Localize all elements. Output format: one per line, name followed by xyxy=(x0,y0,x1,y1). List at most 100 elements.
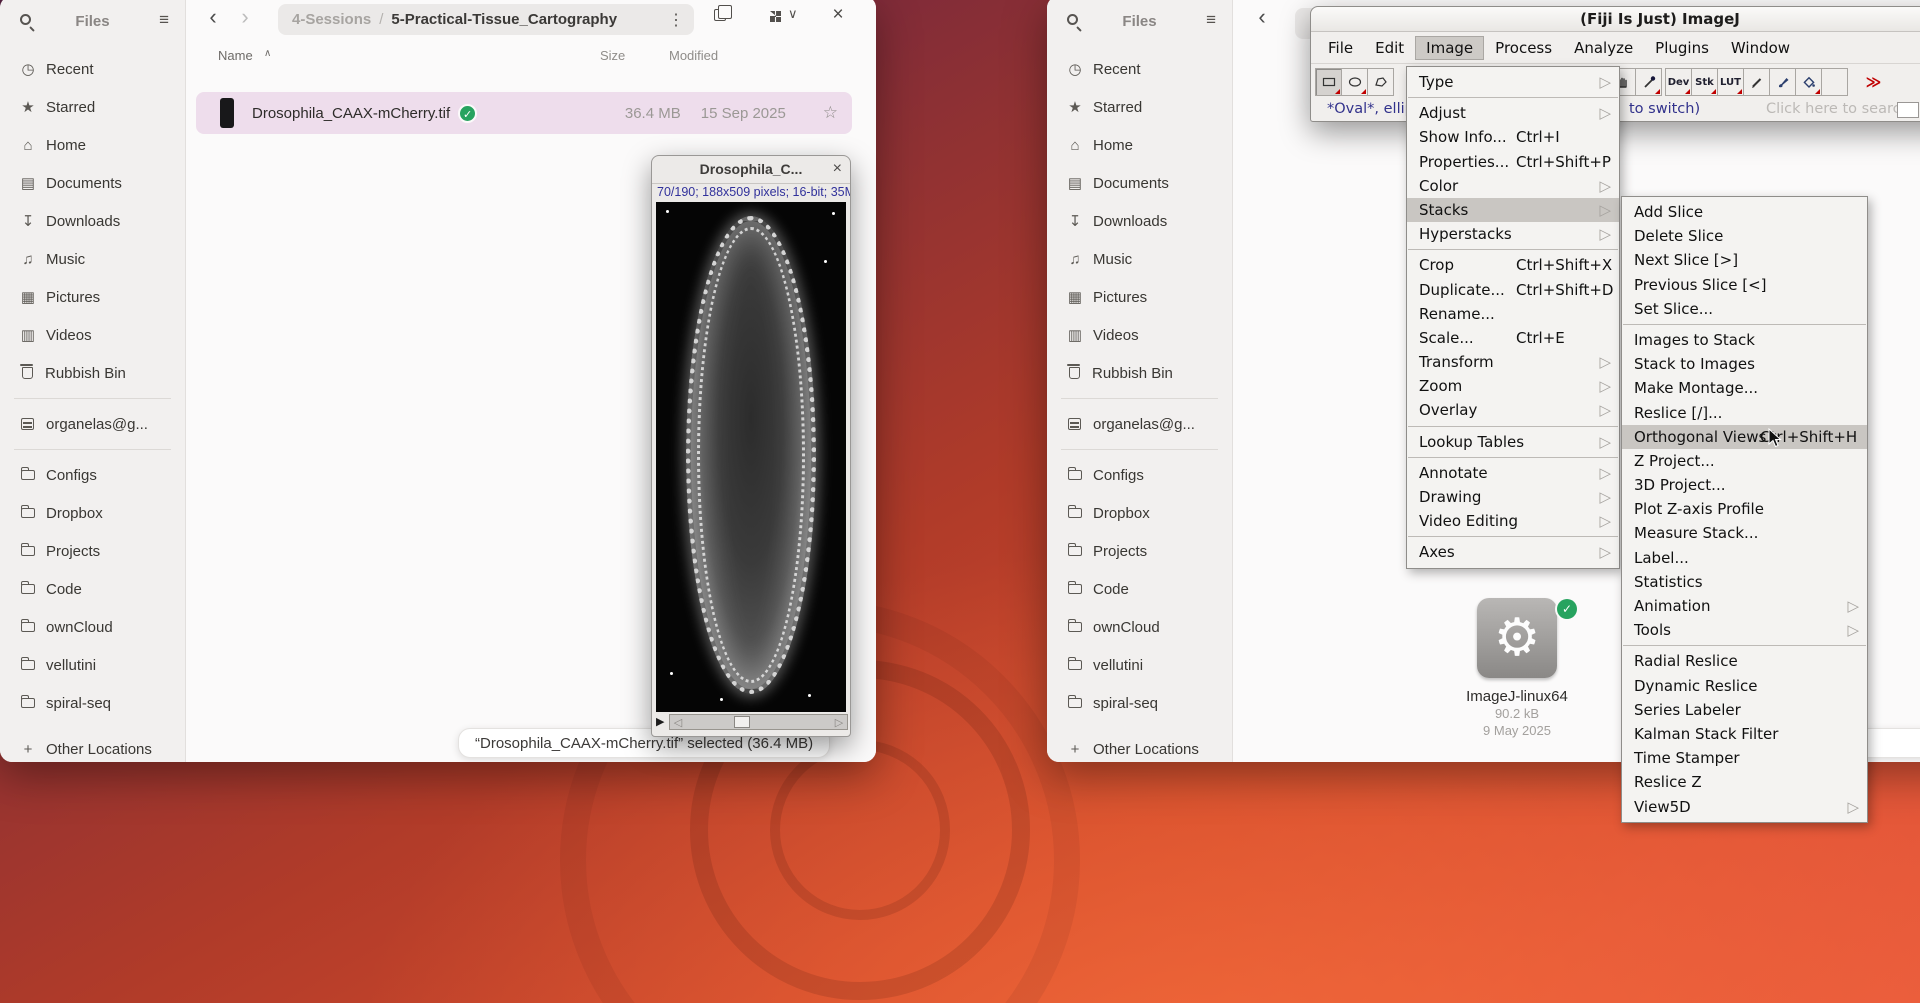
column-name[interactable]: Name xyxy=(218,48,253,63)
menu-item-make-montage[interactable]: Make Montage... xyxy=(1622,376,1867,400)
back-button[interactable]: ‹ xyxy=(200,4,226,30)
sidebar-item-account[interactable]: organelas@g... xyxy=(1053,405,1226,443)
column-modified[interactable]: Modified xyxy=(669,48,718,63)
sidebar-item-account[interactable]: organelas@g... xyxy=(6,405,179,443)
menu-analyze[interactable]: Analyze xyxy=(1563,36,1644,60)
close-icon[interactable]: × xyxy=(833,160,842,178)
brush-tool-button[interactable] xyxy=(1769,68,1796,96)
menu-process[interactable]: Process xyxy=(1484,36,1563,60)
search-placeholder[interactable]: Click here to search xyxy=(1766,101,1910,117)
chevron-down-icon[interactable]: ∨ xyxy=(788,6,798,22)
sidebar-item-code[interactable]: Code xyxy=(6,570,179,608)
slice-scrollbar[interactable]: ◁ ▷ xyxy=(669,714,848,730)
menu-item-stacks[interactable]: Stacks▷ xyxy=(1407,198,1619,222)
sidebar-item-dropbox[interactable]: Dropbox xyxy=(1053,494,1226,532)
menu-item-crop[interactable]: CropCtrl+Shift+X xyxy=(1407,253,1619,277)
menu-icon[interactable]: ≡ xyxy=(159,10,169,30)
sidebar-item-home[interactable]: ⌂Home xyxy=(6,126,179,164)
menu-item-type[interactable]: Type▷ xyxy=(1407,70,1619,94)
menu-item-radial-reslice[interactable]: Radial Reslice xyxy=(1622,649,1867,673)
menu-edit[interactable]: Edit xyxy=(1364,36,1415,60)
sidebar-item-spiral-seq[interactable]: spiral-seq xyxy=(1053,684,1226,722)
menu-item-reslice[interactable]: Reslice [/]... xyxy=(1622,401,1867,425)
color-picker-tool-button[interactable] xyxy=(1635,68,1662,96)
menu-item-properties[interactable]: Properties...Ctrl+Shift+P xyxy=(1407,150,1619,174)
menu-item-animation[interactable]: Animation▷ xyxy=(1622,594,1867,618)
menu-item-rename[interactable]: Rename... xyxy=(1407,302,1619,326)
sidebar-item-downloads[interactable]: ↧Downloads xyxy=(6,202,179,240)
menu-item-statistics[interactable]: Statistics xyxy=(1622,570,1867,594)
menu-item-3d-project[interactable]: 3D Project... xyxy=(1622,473,1867,497)
back-button[interactable]: ‹ xyxy=(1249,4,1275,30)
sidebar-item-owncloud[interactable]: ownCloud xyxy=(6,608,179,646)
sidebar-item-projects[interactable]: Projects xyxy=(6,532,179,570)
menu-item-previous-slice[interactable]: Previous Slice [<] xyxy=(1622,273,1867,297)
grid-view-icon[interactable] xyxy=(770,11,781,22)
empty-tool-slot[interactable] xyxy=(1821,68,1848,96)
sidebar-item-code[interactable]: Code xyxy=(1053,570,1226,608)
menu-item-plot-z-axis-profile[interactable]: Plot Z-axis Profile xyxy=(1622,497,1867,521)
table-row[interactable]: Drosophila_CAAX-mCherry.tif ✓ 36.4 MB 15… xyxy=(196,92,852,134)
sidebar-item-spiral-seq[interactable]: spiral-seq xyxy=(6,684,179,722)
menu-item-duplicate[interactable]: Duplicate...Ctrl+Shift+D xyxy=(1407,278,1619,302)
menu-item-view5d[interactable]: View5D▷ xyxy=(1622,795,1867,819)
sidebar-item-owncloud[interactable]: ownCloud xyxy=(1053,608,1226,646)
imagej-titlebar[interactable]: (Fiji Is Just) ImageJ × xyxy=(1311,7,1920,32)
tab-overview-icon[interactable] xyxy=(714,9,726,21)
menu-item-transform[interactable]: Transform▷ xyxy=(1407,350,1619,374)
menu-item-series-labeler[interactable]: Series Labeler xyxy=(1622,698,1867,722)
sidebar-item-downloads[interactable]: ↧Downloads xyxy=(1053,202,1226,240)
sidebar-item-rubbish-bin[interactable]: Rubbish Bin xyxy=(6,354,179,392)
menu-item-z-project[interactable]: Z Project... xyxy=(1622,449,1867,473)
sidebar-item-projects[interactable]: Projects xyxy=(1053,532,1226,570)
file-tile-imagej-linux64[interactable]: ✓ ⚙ ImageJ-linux64 90.2 kB 9 May 2025 xyxy=(1442,598,1592,739)
menu-item-overlay[interactable]: Overlay▷ xyxy=(1407,398,1619,422)
menu-item-add-slice[interactable]: Add Slice xyxy=(1622,200,1867,224)
menu-item-scale[interactable]: Scale...Ctrl+E xyxy=(1407,326,1619,350)
menu-item-zoom[interactable]: Zoom▷ xyxy=(1407,374,1619,398)
play-icon[interactable]: ▶ xyxy=(656,715,664,728)
sidebar-item-music[interactable]: ♫Music xyxy=(1053,240,1226,278)
menu-item-dynamic-reslice[interactable]: Dynamic Reslice xyxy=(1622,674,1867,698)
polygon-tool-button[interactable] xyxy=(1367,68,1394,96)
sidebar-item-rubbish-bin[interactable]: Rubbish Bin xyxy=(1053,354,1226,392)
menu-item-adjust[interactable]: Adjust▷ xyxy=(1407,101,1619,125)
scrollbar-thumb[interactable] xyxy=(734,716,750,728)
scroll-right-icon[interactable]: ▷ xyxy=(831,716,847,729)
sidebar-item-videos[interactable]: ▥Videos xyxy=(1053,316,1226,354)
menu-item-color[interactable]: Color▷ xyxy=(1407,174,1619,198)
menu-item-tools[interactable]: Tools▷ xyxy=(1622,618,1867,642)
sidebar-item-documents[interactable]: ▤Documents xyxy=(1053,164,1226,202)
scroll-left-icon[interactable]: ◁ xyxy=(670,716,686,729)
menu-item-next-slice[interactable]: Next Slice [>] xyxy=(1622,248,1867,272)
sidebar-item-documents[interactable]: ▤Documents xyxy=(6,164,179,202)
stacks-tools-button[interactable]: Stk xyxy=(1691,68,1718,96)
sidebar-item-pictures[interactable]: ▦Pictures xyxy=(6,278,179,316)
menu-item-show-info[interactable]: Show Info...Ctrl+I xyxy=(1407,125,1619,149)
menu-item-stack-to-images[interactable]: Stack to Images xyxy=(1622,352,1867,376)
menu-item-images-to-stack[interactable]: Images to Stack xyxy=(1622,328,1867,352)
column-size[interactable]: Size xyxy=(600,48,625,63)
dev-tools-button[interactable]: Dev xyxy=(1665,68,1692,96)
fill-tool-button[interactable] xyxy=(1795,68,1822,96)
menu-item-lookup-tables[interactable]: Lookup Tables▷ xyxy=(1407,430,1619,454)
menu-item-reslice-z[interactable]: Reslice Z xyxy=(1622,770,1867,794)
oval-tool-button[interactable] xyxy=(1341,68,1368,96)
menu-item-kalman-stack-filter[interactable]: Kalman Stack Filter xyxy=(1622,722,1867,746)
rectangle-tool-button[interactable] xyxy=(1315,68,1342,96)
sidebar-item-dropbox[interactable]: Dropbox xyxy=(6,494,179,532)
breadcrumb-parent[interactable]: 4-Sessions xyxy=(292,11,371,28)
menu-item-hyperstacks[interactable]: Hyperstacks▷ xyxy=(1407,222,1619,246)
more-tools-button[interactable]: ≫ xyxy=(1860,68,1887,96)
sidebar-item-other-locations[interactable]: +Other Locations xyxy=(6,730,179,762)
menu-image[interactable]: Image xyxy=(1415,36,1484,60)
menu-icon[interactable]: ≡ xyxy=(1206,10,1216,30)
menu-window[interactable]: Window xyxy=(1720,36,1801,60)
image-canvas[interactable] xyxy=(656,202,846,712)
forward-button[interactable]: › xyxy=(232,4,258,30)
sidebar-item-vellutini[interactable]: vellutini xyxy=(6,646,179,684)
menu-item-annotate[interactable]: Annotate▷ xyxy=(1407,461,1619,485)
sidebar-item-recent[interactable]: ◷Recent xyxy=(1053,50,1226,88)
sidebar-item-configs[interactable]: Configs xyxy=(6,456,179,494)
menu-file[interactable]: File xyxy=(1317,36,1364,60)
